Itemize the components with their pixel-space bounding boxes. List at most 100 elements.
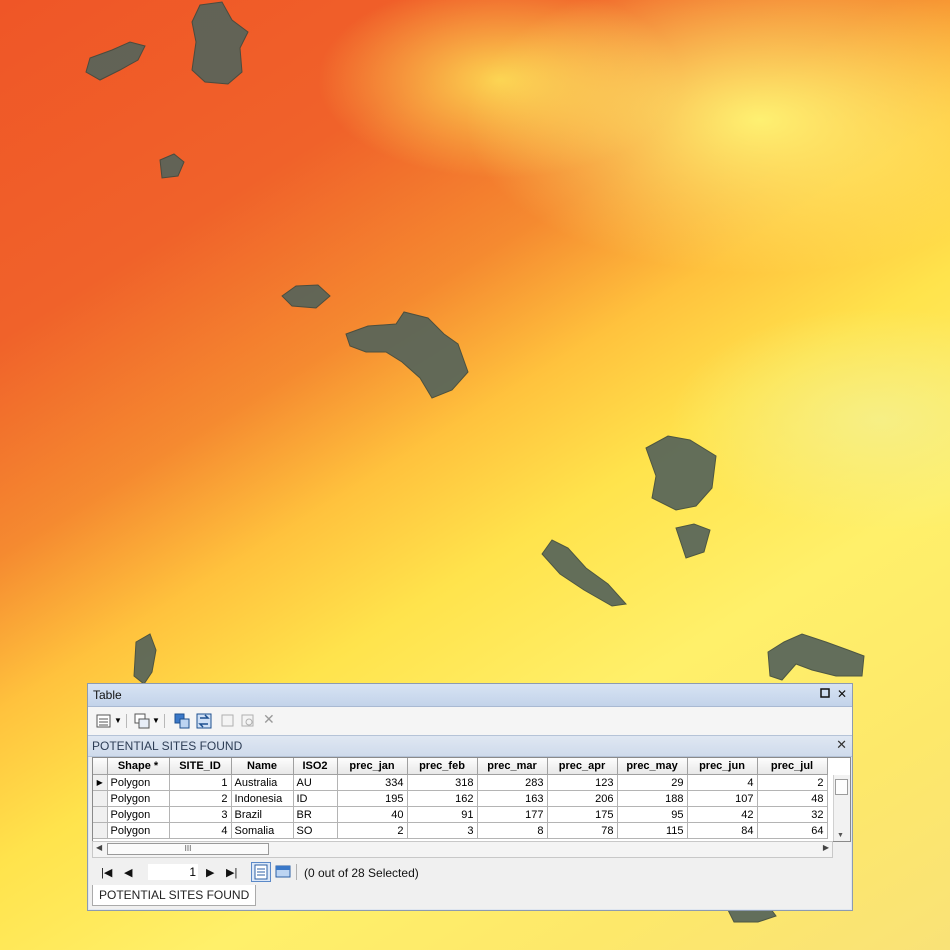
scroll-thumb-grip: III	[184, 844, 192, 853]
table-cell[interactable]: 318	[407, 774, 478, 791]
switch-selection-icon[interactable]	[196, 713, 212, 729]
table-cell[interactable]: 3	[407, 822, 478, 839]
table-row[interactable]: Polygon 2 Indonesia ID 195 162 163 206 1…	[93, 790, 828, 807]
table-cell[interactable]: 2	[337, 822, 408, 839]
row-selector[interactable]	[93, 822, 108, 839]
row-selector-header[interactable]	[93, 758, 108, 775]
table-cell[interactable]: 8	[477, 822, 548, 839]
table-cell[interactable]: 107	[687, 790, 758, 807]
restore-icon[interactable]	[818, 687, 832, 701]
vertical-scroll-thumb[interactable]	[835, 779, 848, 795]
scroll-down-arrow-icon[interactable]: ▼	[837, 832, 844, 839]
table-cell[interactable]: 195	[337, 790, 408, 807]
table-cell[interactable]: 40	[337, 806, 408, 823]
table-cell[interactable]: 3	[169, 806, 232, 823]
table-cell[interactable]: 188	[617, 790, 688, 807]
column-header[interactable]: SITE_ID	[169, 758, 232, 775]
column-header[interactable]: Name	[231, 758, 294, 775]
close-icon[interactable]: ✕	[835, 687, 849, 701]
table-cell[interactable]: 1	[169, 774, 232, 791]
table-cell[interactable]: 2	[169, 790, 232, 807]
table-cell[interactable]: 283	[477, 774, 548, 791]
table-cell[interactable]: Polygon	[107, 822, 170, 839]
column-header[interactable]: prec_jan	[337, 758, 408, 775]
column-header[interactable]: prec_feb	[407, 758, 478, 775]
table-cell[interactable]: 162	[407, 790, 478, 807]
row-selector[interactable]	[93, 806, 108, 823]
table-cell[interactable]: 95	[617, 806, 688, 823]
column-header[interactable]: prec_may	[617, 758, 688, 775]
chevron-down-icon[interactable]: ▼	[152, 716, 160, 732]
table-window: Table ✕ ▼ ▼ ✕ POTENTIAL SITES FOUND ✕ Sh…	[87, 683, 853, 911]
current-row-arrow-icon[interactable]: ▶	[93, 774, 108, 791]
attribute-table: Shape * SITE_ID Name ISO2 prec_jan prec_…	[93, 758, 828, 839]
table-cell[interactable]: 78	[547, 822, 618, 839]
table-cell[interactable]: 177	[477, 806, 548, 823]
table-cell[interactable]: 175	[547, 806, 618, 823]
row-selector[interactable]	[93, 790, 108, 807]
column-header[interactable]: Shape *	[107, 758, 170, 775]
clear-selection-icon[interactable]	[220, 713, 236, 729]
horizontal-scroll-thumb[interactable]: III	[107, 843, 269, 855]
show-selected-records-button[interactable]	[274, 863, 292, 881]
table-cell[interactable]: Somalia	[231, 822, 294, 839]
table-cell[interactable]: Brazil	[231, 806, 294, 823]
table-cell[interactable]: 42	[687, 806, 758, 823]
select-by-attributes-icon[interactable]	[174, 713, 190, 729]
zoom-to-selected-icon[interactable]	[240, 713, 256, 729]
table-cell[interactable]: 163	[477, 790, 548, 807]
table-cell[interactable]: 123	[547, 774, 618, 791]
table-cell[interactable]: Polygon	[107, 806, 170, 823]
window-titlebar[interactable]: Table ✕	[88, 684, 852, 707]
table-cell[interactable]: 4	[169, 822, 232, 839]
attribute-grid[interactable]: Shape * SITE_ID Name ISO2 prec_jan prec_…	[92, 757, 851, 842]
table-cell[interactable]: 334	[337, 774, 408, 791]
table-options-icon[interactable]	[96, 713, 112, 729]
related-tables-icon[interactable]	[134, 713, 150, 729]
table-cell[interactable]: AU	[293, 774, 338, 791]
site-polygon	[645, 435, 717, 511]
table-cell[interactable]: Polygon	[107, 774, 170, 791]
table-cell[interactable]: Indonesia	[231, 790, 294, 807]
column-header[interactable]: prec_jun	[687, 758, 758, 775]
horizontal-scrollbar[interactable]: ◀ III ▶	[92, 841, 833, 858]
site-polygon	[159, 153, 185, 179]
last-record-icon[interactable]: ▶|	[226, 866, 237, 879]
column-header[interactable]: prec_jul	[757, 758, 828, 775]
table-cell[interactable]: 2	[757, 774, 828, 791]
table-tab[interactable]: POTENTIAL SITES FOUND	[92, 885, 257, 906]
table-cell[interactable]: 206	[547, 790, 618, 807]
site-polygon	[191, 1, 249, 85]
table-row[interactable]: Polygon 4 Somalia SO 2 3 8 78 115 84 64	[93, 822, 828, 839]
column-header[interactable]: prec_mar	[477, 758, 548, 775]
table-cell[interactable]: 29	[617, 774, 688, 791]
show-all-records-button[interactable]	[251, 862, 271, 882]
first-record-icon[interactable]: |◀	[101, 866, 112, 879]
scroll-left-arrow-icon[interactable]: ◀	[96, 843, 102, 852]
next-record-icon[interactable]: ▶	[206, 866, 214, 879]
table-cell[interactable]: Australia	[231, 774, 294, 791]
delete-selected-icon[interactable]: ✕	[263, 711, 279, 727]
table-cell[interactable]: 4	[687, 774, 758, 791]
scroll-right-arrow-icon[interactable]: ▶	[823, 843, 829, 852]
table-row[interactable]: ▶ Polygon 1 Australia AU 334 318 283 123…	[93, 774, 828, 791]
table-cell[interactable]: ID	[293, 790, 338, 807]
column-header[interactable]: prec_apr	[547, 758, 618, 775]
previous-record-icon[interactable]: ◀	[124, 866, 132, 879]
table-cell[interactable]: BR	[293, 806, 338, 823]
table-cell[interactable]: 64	[757, 822, 828, 839]
table-cell[interactable]: 32	[757, 806, 828, 823]
table-cell[interactable]: 91	[407, 806, 478, 823]
table-cell[interactable]: 115	[617, 822, 688, 839]
vertical-scrollbar[interactable]: ▼	[833, 775, 850, 841]
table-row[interactable]: Polygon 3 Brazil BR 40 91 177 175 95 42 …	[93, 806, 828, 823]
table-cell[interactable]: 48	[757, 790, 828, 807]
record-number-input[interactable]: 1	[148, 864, 198, 880]
site-polygon	[133, 633, 157, 685]
table-cell[interactable]: SO	[293, 822, 338, 839]
table-cell[interactable]: 84	[687, 822, 758, 839]
close-icon[interactable]: ✕	[836, 737, 847, 753]
column-header[interactable]: ISO2	[293, 758, 338, 775]
chevron-down-icon[interactable]: ▼	[114, 716, 122, 732]
table-cell[interactable]: Polygon	[107, 790, 170, 807]
